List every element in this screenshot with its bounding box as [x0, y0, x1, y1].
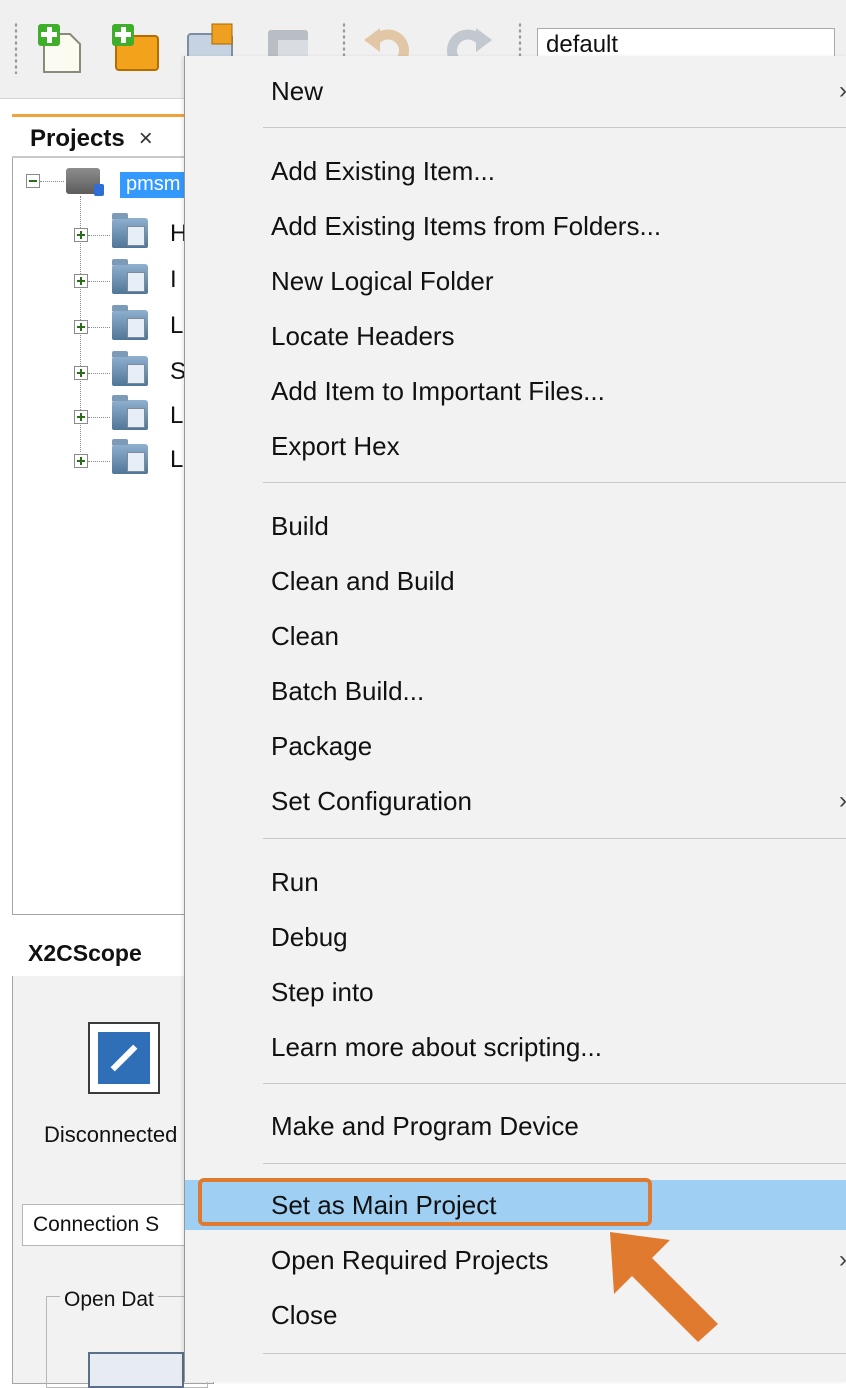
expand-icon[interactable]	[74, 366, 88, 380]
menu-separator	[263, 1083, 846, 1084]
open-data-button[interactable]	[88, 1352, 184, 1388]
menu-item-label: New	[271, 76, 324, 106]
tree-item[interactable]: S	[74, 351, 194, 392]
menu-item-label: Add Existing Item...	[271, 156, 495, 186]
expand-icon[interactable]	[74, 454, 88, 468]
new-file-icon[interactable]	[34, 20, 90, 76]
tab-divider	[12, 156, 212, 158]
tab-projects[interactable]: Projects ×	[12, 114, 202, 156]
menu-item-label: Locate Headers	[271, 321, 455, 351]
menu-separator	[263, 127, 846, 128]
tree-item-label: L	[170, 446, 184, 473]
menu-item-label: Batch Build...	[271, 676, 425, 706]
menu-item-label: Build	[271, 511, 329, 541]
folder-icon	[112, 305, 148, 340]
expand-icon[interactable]	[74, 320, 88, 334]
menu-item-label: Close	[271, 1300, 338, 1330]
menu-item-clean-and-build[interactable]: Clean and Build	[185, 556, 846, 606]
collapse-icon[interactable]	[26, 174, 40, 188]
menu-item-label: New Logical Folder	[271, 266, 494, 296]
expand-icon[interactable]	[74, 410, 88, 424]
folder-icon	[112, 351, 148, 386]
menu-item-label: Clean and Build	[271, 566, 455, 596]
menu-item-clean[interactable]: Clean	[185, 611, 846, 661]
menu-item-label: Run	[271, 867, 319, 897]
tree-item-label: L	[170, 312, 184, 339]
menu-item-label: Set Configuration	[271, 786, 472, 816]
menu-item-label: Add Existing Items from Folders...	[271, 211, 662, 241]
folder-icon	[112, 439, 148, 474]
callout-arrow-icon	[610, 1232, 718, 1342]
folder-icon	[112, 259, 148, 294]
menu-item-locate-headers[interactable]: Locate Headers	[185, 311, 846, 361]
menu-item-export-hex[interactable]: Export Hex	[185, 421, 846, 471]
menu-item-debug[interactable]: Debug	[185, 912, 846, 962]
menu-item-label: Add Item to Important Files...	[271, 376, 605, 406]
menu-item-label: Open Required Projects	[271, 1245, 549, 1275]
menu-item-set-configuration[interactable]: Set Configuration ›	[185, 776, 846, 826]
tree-item-label: I	[170, 266, 177, 293]
menu-separator	[263, 1353, 846, 1354]
menu-item-new[interactable]: New ›	[185, 66, 846, 116]
tree-item[interactable]: L	[74, 305, 194, 346]
tree-item[interactable]: L	[74, 395, 194, 436]
menu-item-add-existing-item[interactable]: Add Existing Item...	[185, 146, 846, 196]
tree-item-label: L	[170, 402, 184, 429]
tab-x2cscope[interactable]: X2CScope	[12, 930, 200, 976]
menu-item-label: Clean	[271, 621, 339, 651]
project-root-node[interactable]: pmsm	[120, 172, 192, 198]
menu-item-add-to-important-files[interactable]: Add Item to Important Files...	[185, 366, 846, 416]
connect-button[interactable]	[88, 1022, 160, 1094]
tree-item[interactable]: I	[74, 259, 194, 300]
plug-icon	[98, 1032, 150, 1084]
menu-separator	[263, 1163, 846, 1164]
new-project-icon[interactable]	[108, 20, 164, 76]
menu-separator	[263, 838, 846, 839]
tree-connector	[40, 181, 64, 182]
submenu-arrow-icon: ›	[839, 1235, 846, 1285]
menu-item-label: Learn more about scripting...	[271, 1032, 602, 1062]
menu-item-open-required-projects[interactable]: Open Required Projects ›	[185, 1235, 846, 1285]
menu-item-add-existing-items-from-folders[interactable]: Add Existing Items from Folders...	[185, 201, 846, 251]
menu-item-label: Package	[271, 731, 373, 761]
toolbar-grip[interactable]	[14, 22, 18, 74]
submenu-arrow-icon: ›	[839, 776, 846, 826]
chip-project-icon	[66, 168, 104, 196]
menu-item-close[interactable]: Close	[185, 1290, 846, 1340]
tab-label: Projects	[30, 125, 125, 152]
menu-item-build[interactable]: Build	[185, 501, 846, 551]
folder-icon	[112, 213, 148, 248]
tree-item[interactable]: H	[74, 213, 194, 254]
menu-item-make-and-program-device[interactable]: Make and Program Device	[185, 1101, 846, 1151]
expand-icon[interactable]	[74, 228, 88, 242]
close-icon[interactable]: ×	[139, 125, 153, 152]
tree-item[interactable]: L	[74, 439, 194, 480]
menu-item-label: Step into	[271, 977, 374, 1007]
menu-separator	[263, 482, 846, 483]
menu-item-run[interactable]: Run	[185, 857, 846, 907]
submenu-arrow-icon: ›	[839, 66, 846, 116]
menu-item-package[interactable]: Package	[185, 721, 846, 771]
folder-icon	[112, 395, 148, 430]
menu-item-new-logical-folder[interactable]: New Logical Folder	[185, 256, 846, 306]
tab-connection-setup[interactable]: Connection S	[22, 1204, 198, 1246]
group-label: Open Dat	[60, 1288, 158, 1312]
menu-item-learn-more-scripting[interactable]: Learn more about scripting...	[185, 1022, 846, 1072]
connection-status-label: Disconnected	[44, 1122, 178, 1147]
menu-item-label: Debug	[271, 922, 348, 952]
expand-icon[interactable]	[74, 274, 88, 288]
callout-highlight-box	[198, 1178, 652, 1226]
menu-item-step-into[interactable]: Step into	[185, 967, 846, 1017]
menu-item-batch-build[interactable]: Batch Build...	[185, 666, 846, 716]
menu-item-label: Make and Program Device	[271, 1111, 579, 1141]
menu-item-label: Export Hex	[271, 431, 400, 461]
